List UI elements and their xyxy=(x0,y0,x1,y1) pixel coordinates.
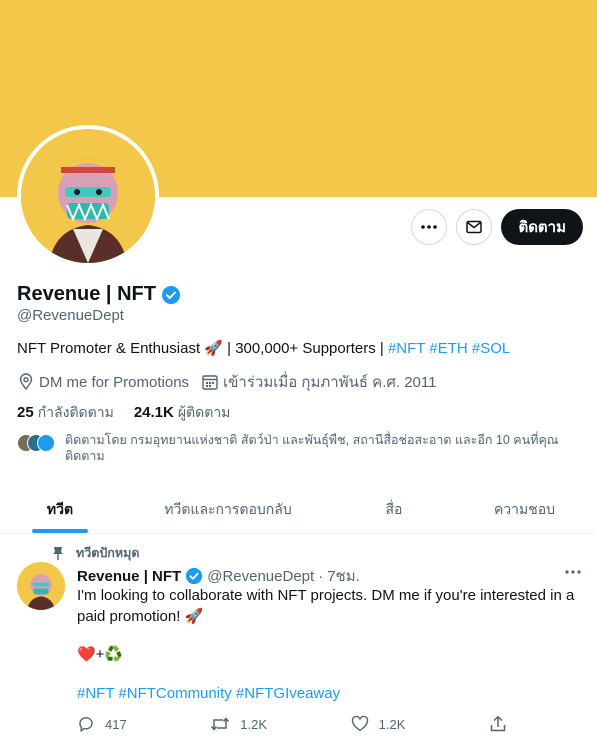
avatar-image xyxy=(21,129,155,263)
calendar-icon xyxy=(202,375,218,390)
bio-text: NFT Promoter & Enthusiast 🚀 | 300,000+ S… xyxy=(17,340,388,357)
verified-badge-icon xyxy=(161,285,180,304)
pin-icon xyxy=(53,547,63,560)
profile-tabs: ทวีต ทวีตและการตอบกลับ สื่อ ความชอบ xyxy=(0,486,597,534)
message-button[interactable] xyxy=(456,209,493,245)
following-label: กำลังติดตาม xyxy=(37,404,114,420)
tweet-hashtags[interactable]: #NFT #NFTCommunity #NFTGIveaway xyxy=(77,685,340,702)
tweet-actions: 417 1.2K 1.2K xyxy=(77,715,507,733)
retweet-count: 1.2K xyxy=(240,716,268,732)
profile-handle: @RevenueDept xyxy=(17,307,124,324)
retweet-icon xyxy=(211,717,230,731)
verified-badge-icon xyxy=(186,567,203,585)
pinned-label: ทวีตปักหมุด xyxy=(76,546,140,560)
tweet-separator: · xyxy=(318,567,324,585)
pinned-indicator: ทวีตปักหมุด xyxy=(52,543,139,563)
tab-likes-label: ความชอบ xyxy=(493,500,556,517)
profile-location: DM me for Promotions xyxy=(17,373,189,391)
followers-label: ผู้ติดตาม xyxy=(177,404,231,420)
tweet-author-handle[interactable]: @RevenueDept xyxy=(207,568,314,585)
tweet-avatar[interactable] xyxy=(17,562,65,610)
followed-by-text: ติดตามโดย กรมอุทยานแห่งชาติ สัตว์ป่า และ… xyxy=(65,433,559,463)
tweet-author-name[interactable]: Revenue | NFT xyxy=(77,568,181,585)
tab-likes[interactable]: ความชอบ xyxy=(452,486,597,533)
tab-tweets-replies[interactable]: ทวีตและการตอบกลับ xyxy=(120,486,336,533)
share-button[interactable] xyxy=(489,715,507,733)
tab-media-label: สื่อ xyxy=(385,500,403,517)
tab-tweets-replies-label: ทวีตและการตอบกลับ xyxy=(164,500,292,517)
share-icon xyxy=(490,715,506,732)
followers-count: 24.1K xyxy=(133,404,174,421)
location-pin-icon xyxy=(19,373,33,391)
follow-button[interactable]: ติดตาม xyxy=(501,209,583,245)
following-link[interactable]: 25 กำลังติดตาม xyxy=(17,402,114,424)
bio-tag-nft[interactable]: #NFT xyxy=(388,340,425,357)
followers-link[interactable]: 24.1K ผู้ติดตาม xyxy=(134,402,231,424)
tweet-more-button[interactable] xyxy=(563,562,583,587)
profile-bio: NFT Promoter & Enthusiast 🚀 | 300,000+ S… xyxy=(17,339,510,357)
reply-count: 417 xyxy=(105,716,127,732)
profile-joined: เข้าร่วมเมื่อ กุมภาพันธ์ ค.ศ. 2011 xyxy=(201,370,436,394)
active-tab-indicator xyxy=(32,529,88,533)
bio-tag-sol[interactable]: #SOL xyxy=(472,340,510,357)
ellipsis-icon xyxy=(565,570,581,574)
followed-by-avatars xyxy=(17,434,57,452)
like-count: 1.2K xyxy=(378,716,406,732)
reply-button[interactable]: 417 xyxy=(77,715,127,733)
profile-avatar[interactable] xyxy=(17,125,159,267)
following-count: 25 xyxy=(17,404,34,421)
followed-by[interactable]: ติดตามโดย กรมอุทยานแห่งชาติ สัตว์ป่า และ… xyxy=(17,432,577,464)
envelope-icon xyxy=(466,220,483,234)
tweet-emoji-line: ❤️+♻️ xyxy=(77,646,124,663)
retweet-button[interactable]: 1.2K xyxy=(210,715,267,733)
like-button[interactable]: 1.2K xyxy=(351,715,406,733)
profile-name: Revenue | NFT xyxy=(17,283,156,305)
ellipsis-icon xyxy=(421,225,438,229)
tweet-text: I'm looking to collaborate with NFT proj… xyxy=(77,587,575,625)
heart-icon xyxy=(351,715,368,732)
more-button[interactable] xyxy=(411,209,448,245)
location-text: DM me for Promotions xyxy=(39,373,190,391)
tab-tweets[interactable]: ทวีต xyxy=(0,486,120,533)
tab-tweets-label: ทวีต xyxy=(46,500,74,517)
tab-media[interactable]: สื่อ xyxy=(336,486,452,533)
reply-icon xyxy=(79,717,93,732)
bio-tag-eth[interactable]: #ETH xyxy=(429,340,467,357)
joined-text: เข้าร่วมเมื่อ กุมภาพันธ์ ค.ศ. 2011 xyxy=(223,374,437,391)
